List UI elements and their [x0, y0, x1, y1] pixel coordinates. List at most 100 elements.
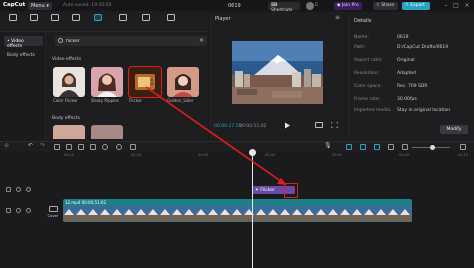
effect-clip-label: Flicker — [260, 187, 275, 193]
effect-card-color-flicker[interactable]: Color Flicker — [53, 67, 85, 103]
filters-icon — [142, 14, 150, 21]
tool-import[interactable]: Import — [3, 12, 23, 39]
tool-audio[interactable]: Audio — [24, 12, 44, 39]
effect-caption: Color Flicker — [53, 98, 78, 103]
diamond-icon: ◆ — [337, 3, 341, 8]
detail-value: Original — [397, 58, 415, 63]
split-left-icon[interactable] — [66, 144, 72, 150]
fullscreen-icon[interactable] — [331, 122, 338, 128]
clear-search-icon[interactable]: × — [199, 37, 204, 44]
tool-stickers[interactable]: Stickers — [66, 12, 86, 39]
share-icon: ⇪ — [376, 3, 380, 8]
mountain-city-image — [232, 41, 323, 104]
body-effects-heading: Body effects — [52, 116, 81, 121]
magnet-icon[interactable] — [360, 144, 366, 150]
time-ruler[interactable]: 00:10 00:20 00:30 00:40 00:50 01:00 01:1… — [58, 151, 474, 160]
avatar[interactable] — [306, 1, 314, 10]
zoom-out-icon[interactable] — [402, 144, 408, 150]
split-right-icon[interactable] — [78, 144, 84, 150]
detail-value: Adapted — [397, 71, 416, 76]
filmstrip-thumbnails — [63, 206, 412, 221]
search-icon — [58, 38, 63, 43]
playhead-handle[interactable] — [249, 149, 256, 156]
share-label: Share — [381, 3, 395, 8]
link-icon[interactable] — [346, 144, 352, 150]
zoom-slider-handle[interactable] — [430, 145, 435, 150]
sidebar-item-label: • Video effects — [7, 38, 24, 49]
effect-card-shaky-ripples[interactable]: Shaky Ripples — [91, 67, 123, 103]
player-title: Player — [215, 16, 231, 22]
body-effect-thumbnail[interactable] — [53, 125, 85, 139]
export-icon: ⇧ — [405, 3, 409, 8]
undo-icon[interactable]: ↶ — [28, 142, 34, 149]
search-input[interactable] — [66, 37, 196, 45]
playhead[interactable] — [252, 151, 253, 268]
share-button[interactable]: ⇪ Share — [373, 1, 398, 10]
current-timecode: 00:00:27:21 — [214, 124, 242, 129]
minimize-icon[interactable]: – — [442, 2, 450, 9]
tv-image — [135, 74, 155, 90]
menu-button[interactable]: Menu ▾ — [28, 1, 52, 10]
sidebar-item-label: Body effects — [7, 52, 36, 58]
shortcuts-button[interactable]: ⌨ Shortcuts — [268, 1, 300, 13]
title-bar: CapCut Menu ▾ Auto saved: 19:35:50 0619 … — [0, 0, 474, 13]
tool-transitions[interactable]: Transitions — [110, 12, 135, 39]
delete-icon[interactable] — [90, 144, 96, 150]
aspect-ratio-icon[interactable] — [315, 122, 323, 128]
snap-icon[interactable] — [374, 144, 380, 150]
annotation-highlight-box — [284, 183, 298, 198]
track-audio-icon[interactable] — [26, 187, 31, 192]
sparkle-icon: ✦ — [255, 187, 259, 193]
track-visibility-icon[interactable] — [16, 187, 21, 192]
detail-value: 0619 — [397, 35, 409, 40]
ruler-tick: 00:40 — [265, 153, 276, 157]
ruler-tick: 00:10 — [64, 153, 75, 157]
track-lock-icon[interactable] — [6, 187, 11, 192]
ruler-tick: 01:00 — [399, 153, 410, 157]
join-pro-label: Join Pro — [341, 3, 359, 8]
import-icon — [9, 14, 17, 21]
detail-key: Color space: — [354, 84, 382, 89]
details-title: Details — [354, 18, 372, 24]
redo-icon[interactable]: ↷ — [40, 142, 46, 149]
crop-icon[interactable] — [130, 144, 136, 150]
effect-thumbnail — [91, 67, 123, 97]
join-pro-button[interactable]: ◆ Join Pro — [334, 1, 362, 10]
modify-button[interactable]: Modify — [440, 125, 468, 134]
preview-axis-icon[interactable] — [388, 144, 394, 150]
sidebar-item-video-effects[interactable]: • Video effects — [4, 36, 43, 49]
track-visibility-icon[interactable] — [16, 208, 21, 213]
fit-timeline-icon[interactable] — [460, 144, 466, 150]
video-clip[interactable]: 12.mp4 00:00:51:02 — [63, 199, 412, 222]
export-button[interactable]: ⇧ Export — [402, 1, 430, 10]
detail-key: Path: — [354, 45, 366, 50]
ruler-tick: 00:20 — [131, 153, 142, 157]
tool-filters[interactable]: Filters — [136, 12, 156, 39]
play-icon[interactable] — [284, 122, 291, 129]
track-audio-icon[interactable] — [26, 208, 31, 213]
details-panel: Details Name: 0619 Path: D:/CapCut Drafts/… — [348, 12, 474, 140]
tool-adjustment[interactable]: Adjustment — [157, 12, 185, 39]
microphone-icon[interactable]: 🎙 — [324, 142, 332, 149]
close-icon[interactable]: × — [463, 2, 471, 9]
video-effects-heading: Video effects — [52, 57, 82, 62]
split-icon[interactable] — [54, 144, 60, 150]
more-icon[interactable]: ≡ — [335, 14, 340, 21]
freeze-icon[interactable] — [102, 144, 108, 150]
track-lock-icon[interactable] — [6, 208, 11, 213]
sidebar-item-body-effects[interactable]: Body effects — [4, 50, 43, 60]
cover-button[interactable]: Cover — [46, 206, 60, 218]
effect-card-flicker[interactable]: Flicker — [128, 66, 162, 103]
video-preview[interactable] — [232, 41, 323, 104]
tool-effects[interactable]: Effects — [88, 12, 108, 39]
effects-sidebar: • Video effects Body effects — [0, 32, 46, 140]
select-tool-icon[interactable]: ⊹ — [4, 142, 10, 149]
effect-card-golden-sider[interactable]: Golden_Sider — [167, 67, 199, 103]
tool-text[interactable]: Text — [45, 12, 65, 39]
shield-icon[interactable] — [116, 144, 122, 150]
body-effect-thumbnail[interactable] — [91, 125, 123, 139]
project-name: 0619 — [228, 3, 241, 9]
maximize-icon[interactable]: □ — [452, 2, 460, 9]
effect-thumbnail — [167, 67, 199, 97]
effect-caption: Golden_Sider — [167, 98, 194, 103]
